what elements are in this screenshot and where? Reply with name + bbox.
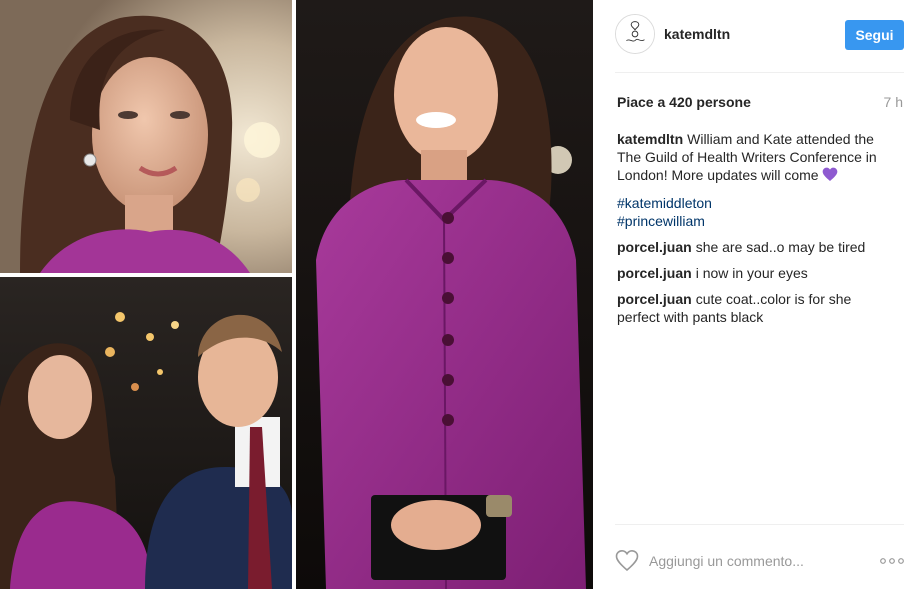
caption: katemdltn William and Kate attended the T… <box>617 130 897 230</box>
comments-list: katemdltn William and Kate attended the T… <box>617 130 897 334</box>
list-item: porcel.juan she are sad..o may be tired <box>617 238 897 256</box>
list-item: porcel.juan cute coat..color is for she p… <box>617 290 897 326</box>
avatar[interactable] <box>615 14 655 54</box>
purple-heart-icon <box>823 167 838 181</box>
comment-text: she are sad..o may be tired <box>695 239 866 255</box>
follow-button[interactable]: Segui <box>845 20 904 50</box>
header-divider <box>615 72 904 73</box>
comment-input[interactable] <box>649 549 869 573</box>
more-options-icon[interactable] <box>880 556 904 566</box>
post-details-panel: katemdltn Segui Piace a 420 persone 7 h … <box>593 0 904 589</box>
heart-outline-icon[interactable] <box>615 549 639 573</box>
caption-author[interactable]: katemdltn <box>617 131 683 147</box>
hashtag-link[interactable]: #princewilliam <box>617 212 897 230</box>
list-item: porcel.juan i now in your eyes <box>617 264 897 282</box>
likes-row: Piace a 420 persone 7 h <box>617 94 904 112</box>
hashtags: #katemiddleton #princewilliam <box>617 194 897 230</box>
photo-full-length <box>296 0 593 589</box>
username[interactable]: katemdltn <box>664 26 730 42</box>
actions-divider <box>615 524 904 525</box>
post-header: katemdltn Segui <box>593 0 904 72</box>
comment-author[interactable]: porcel.juan <box>617 265 692 281</box>
comment-author[interactable]: porcel.juan <box>617 239 692 255</box>
post-timestamp[interactable]: 7 h <box>884 94 903 110</box>
hashtag-link[interactable]: #katemiddleton <box>617 194 897 212</box>
comment-author[interactable]: porcel.juan <box>617 291 692 307</box>
add-comment-row <box>615 547 904 577</box>
photo-couple <box>0 277 292 589</box>
comment-text: i now in your eyes <box>695 265 808 281</box>
post-photo-collage[interactable] <box>0 0 593 589</box>
photo-portrait-closeup <box>0 0 292 273</box>
likes-count[interactable]: Piace a 420 persone <box>617 94 751 110</box>
